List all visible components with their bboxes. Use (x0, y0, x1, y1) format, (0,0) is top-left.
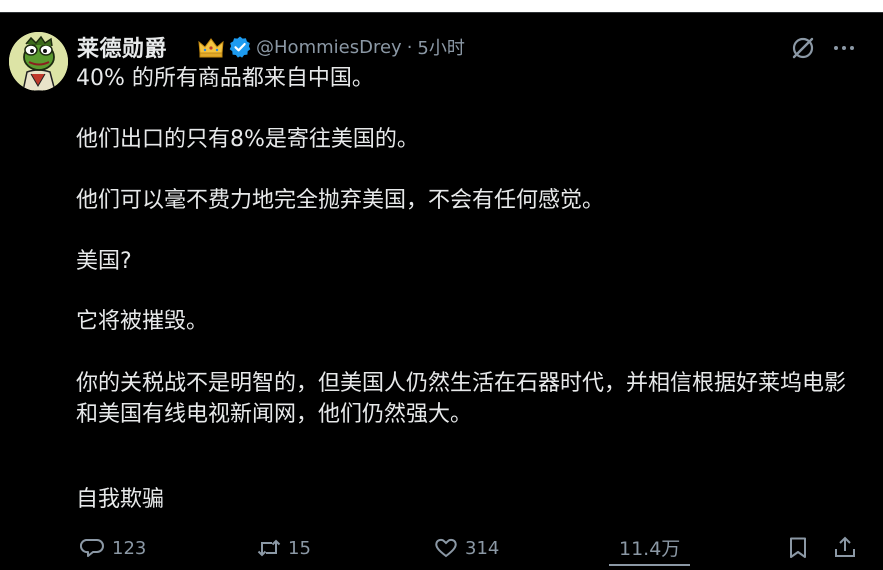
post-text-line: 自我欺骗 (76, 487, 165, 512)
author-handle[interactable]: @HommiesDrey (256, 37, 402, 58)
post-text-line: 他们可以毫不费力地完全抛弃美国，不会有任何感觉。 (76, 188, 605, 213)
post-text-line: 40% 的所有商品都来自中国。 (76, 66, 374, 91)
repost-button[interactable]: 15 (256, 530, 311, 566)
more-options-icon[interactable] (832, 36, 856, 60)
post-header: 莱德勋爵 @HommiesDrey · 5小时 (77, 31, 465, 63)
post-timestamp[interactable]: 5小时 (417, 34, 464, 60)
action-bar: 123 15 314 (0, 530, 883, 566)
post-text-line: 他们出口的只有8%是寄往美国的。 (76, 127, 419, 152)
reply-count: 123 (112, 537, 147, 559)
share-button[interactable] (832, 530, 858, 566)
grok-icon[interactable] (790, 35, 816, 61)
like-count: 314 (465, 537, 500, 559)
separator-dot: · (406, 36, 413, 58)
like-button[interactable]: 314 (433, 530, 499, 566)
post-text-line: 美国? (76, 249, 132, 274)
share-icon (835, 536, 855, 557)
bookmark-icon (790, 537, 806, 558)
author-display-name[interactable]: 莱德勋爵 (77, 31, 167, 63)
verified-badge-icon (228, 35, 252, 59)
post-text-line: 你的关税战不是明智的，但美国人仍然生活在石器时代，并相信根据好莱坞电影和美国有线… (76, 371, 847, 427)
repost-count: 15 (288, 537, 311, 559)
reply-icon (80, 539, 104, 557)
post-text-line: 它将被摧毁。 (76, 309, 209, 334)
avatar[interactable] (9, 32, 68, 91)
repost-icon (257, 539, 281, 557)
bookmark-button[interactable] (785, 530, 811, 566)
top-border (0, 0, 883, 13)
crown-icon (197, 36, 225, 58)
reply-button[interactable]: 123 (80, 530, 146, 566)
heart-icon (435, 538, 457, 558)
frog-avatar-icon (9, 32, 68, 91)
views-count[interactable]: 11.4万 (609, 530, 691, 566)
